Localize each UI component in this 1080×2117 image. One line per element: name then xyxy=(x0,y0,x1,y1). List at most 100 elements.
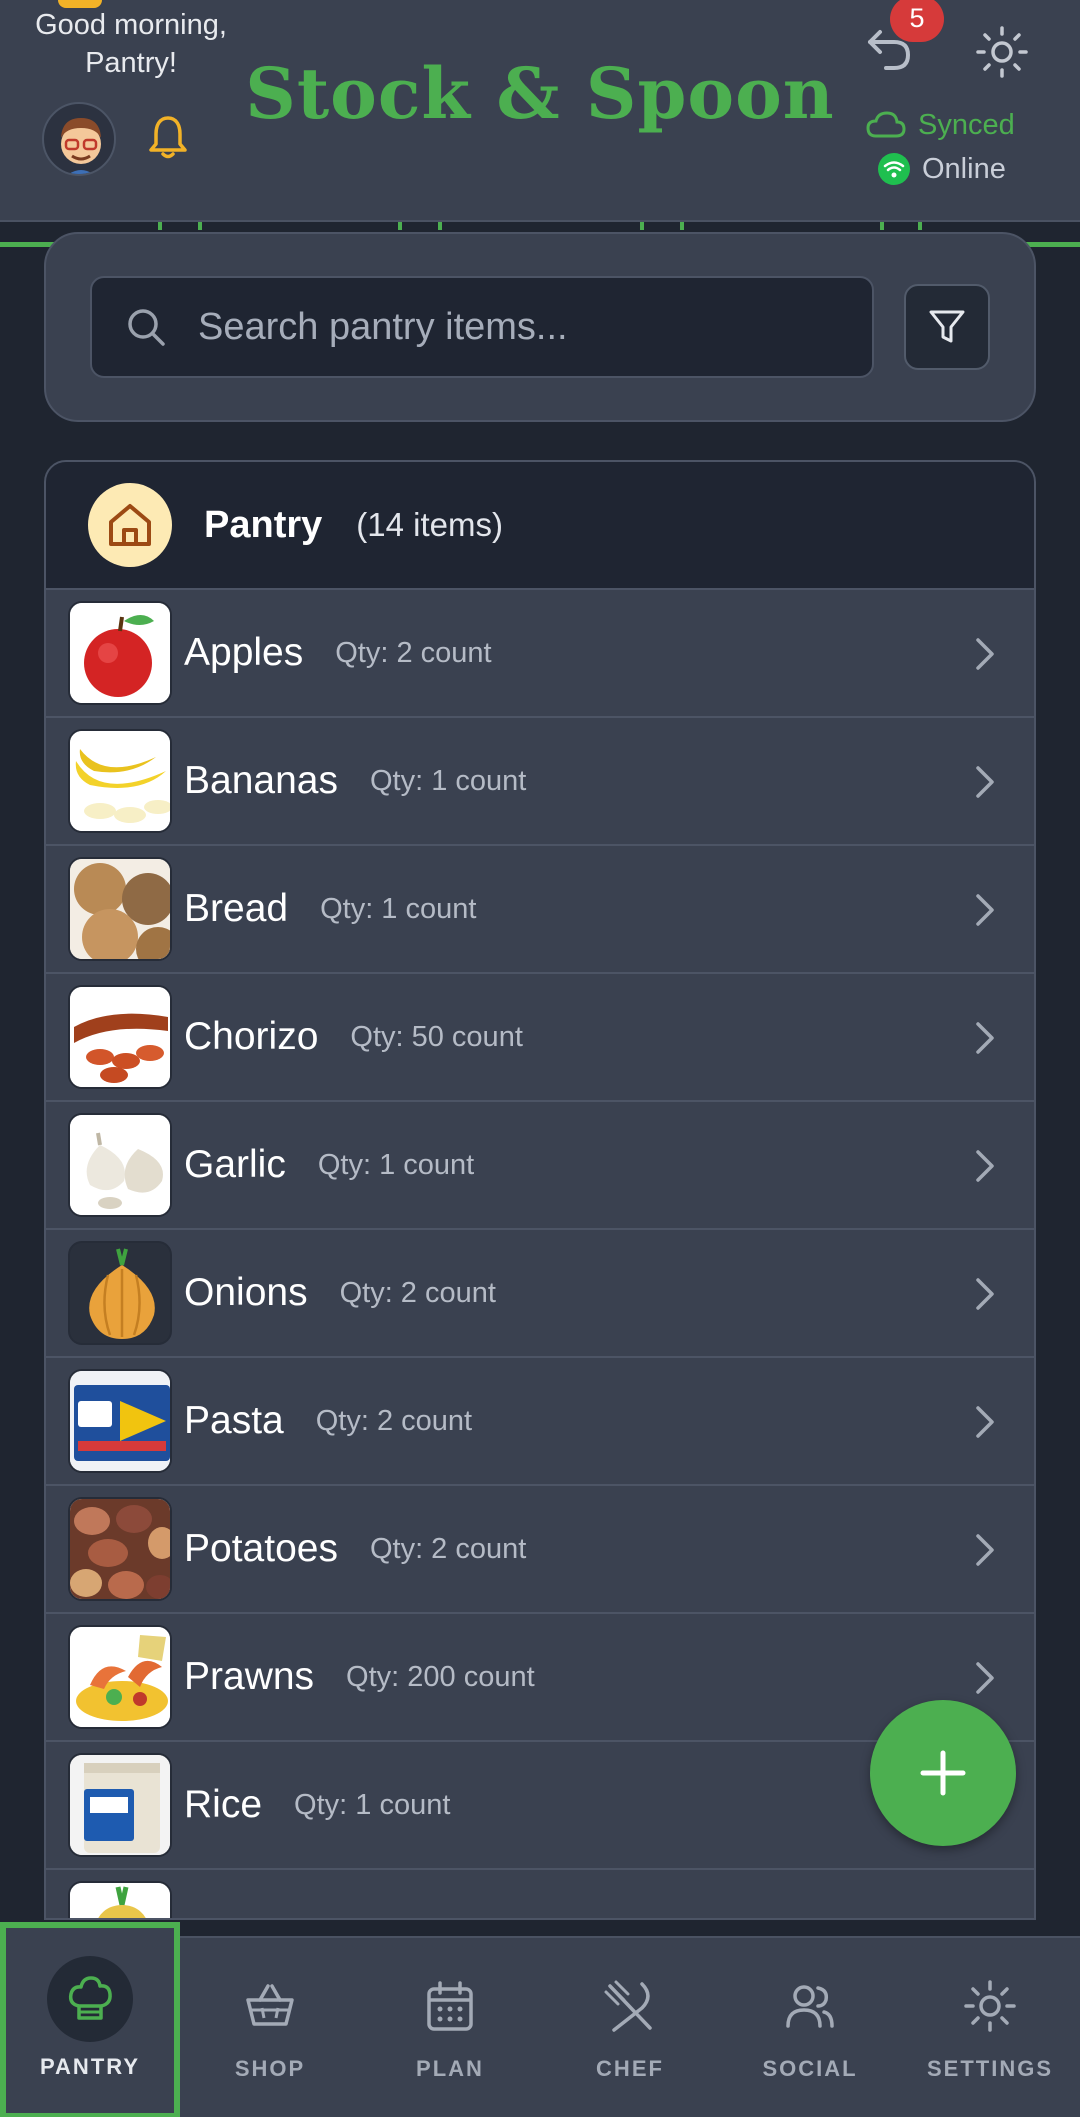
nav-label: SETTINGS xyxy=(926,2056,1053,2081)
nav-item-plan[interactable]: PLAN xyxy=(360,1938,540,2117)
list-item[interactable] xyxy=(46,1870,1034,1918)
list-item[interactable]: Apples Qty: 2 count xyxy=(46,590,1034,718)
item-name: Pasta xyxy=(184,1399,284,1442)
chevron-right-icon xyxy=(976,1022,994,1054)
nav-item-pantry[interactable]: PANTRY xyxy=(0,1922,180,2117)
item-name: Apples xyxy=(184,631,304,674)
item-quantity: Qty: 1 count xyxy=(369,764,527,797)
nav-item-shop[interactable]: SHOP xyxy=(180,1938,360,2117)
sun-icon[interactable] xyxy=(974,24,1030,80)
rice-image xyxy=(68,1753,172,1857)
item-image xyxy=(68,1881,172,1918)
bottom-nav: PANTRY SHOP PLAN CHEF SOCIAL SETTINGS xyxy=(0,1922,1080,2117)
list-item[interactable]: Bananas Qty: 1 count xyxy=(46,718,1034,846)
item-quantity: Qty: 2 count xyxy=(335,636,492,669)
item-name: Onions xyxy=(184,1271,308,1314)
item-quantity: Qty: 200 count xyxy=(346,1660,535,1693)
nav-label: PANTRY xyxy=(40,2054,140,2079)
item-name: Bread xyxy=(184,887,289,930)
onion-image xyxy=(68,1241,172,1345)
cloud-icon xyxy=(866,111,906,138)
header-divider-mark xyxy=(640,222,644,230)
utensils-icon xyxy=(602,1978,658,2034)
garlic-image xyxy=(68,1113,172,1217)
item-quantity: Qty: 1 count xyxy=(294,1788,451,1821)
chevron-right-icon xyxy=(976,1662,994,1694)
potato-image xyxy=(68,1497,172,1601)
item-quantity: Qty: 50 count xyxy=(350,1020,523,1053)
chevron-right-icon xyxy=(976,1278,994,1310)
greeting-text: Good morning, Pantry! xyxy=(35,9,227,79)
search-input[interactable] xyxy=(198,305,838,349)
section-count: (14 items) xyxy=(356,506,503,543)
item-quantity: Qty: 2 count xyxy=(315,1404,473,1437)
banana-image xyxy=(68,729,172,833)
chevron-right-icon xyxy=(976,1534,994,1566)
list-item[interactable]: Prawns Qty: 200 count xyxy=(46,1614,1034,1742)
chevron-right-icon xyxy=(976,1406,994,1438)
chevron-right-icon xyxy=(976,894,994,926)
item-name: Garlic xyxy=(184,1143,286,1186)
nav-label: SOCIAL xyxy=(762,2056,858,2081)
header-divider-mark xyxy=(918,222,922,230)
search-icon xyxy=(128,309,165,346)
search-panel xyxy=(44,232,1036,422)
sync-status: Synced xyxy=(866,106,1015,144)
wifi-icon xyxy=(878,153,910,185)
chevron-right-icon xyxy=(976,638,994,670)
home-icon xyxy=(88,483,172,567)
nav-label: CHEF xyxy=(596,2056,664,2081)
chevron-right-icon xyxy=(976,1150,994,1182)
header-divider-mark xyxy=(680,222,684,230)
add-item-button[interactable] xyxy=(870,1700,1016,1846)
connection-status: Online xyxy=(878,150,1006,188)
item-name: Potatoes xyxy=(184,1527,338,1570)
item-quantity: Qty: 1 count xyxy=(320,892,477,925)
pasta-image xyxy=(68,1369,172,1473)
prawn-image xyxy=(68,1625,172,1729)
nav-item-chef[interactable]: CHEF xyxy=(540,1938,720,2117)
bread-image xyxy=(68,857,172,961)
users-icon xyxy=(782,1978,838,2034)
header-divider-mark xyxy=(198,222,202,230)
chevron-right-icon xyxy=(976,766,994,798)
item-name: Chorizo xyxy=(184,1015,319,1058)
section-title: Pantry xyxy=(204,503,323,546)
list-item[interactable]: Bread Qty: 1 count xyxy=(46,846,1034,974)
pantry-list-header: Pantry (14 items) xyxy=(46,462,1034,590)
app-header: Good morning, Pantry! Stock & Spoon 5 Sy… xyxy=(0,0,1080,222)
chef-hat-icon xyxy=(47,1956,133,2042)
bell-icon[interactable] xyxy=(146,112,190,160)
nav-label: SHOP xyxy=(234,2056,306,2081)
item-name: Rice xyxy=(184,1783,263,1826)
header-divider-mark xyxy=(438,222,442,230)
item-quantity: Qty: 1 count xyxy=(317,1148,475,1181)
calendar-icon xyxy=(422,1978,478,2034)
list-item[interactable]: Potatoes Qty: 2 count xyxy=(46,1486,1034,1614)
list-item[interactable]: Chorizo Qty: 50 count xyxy=(46,974,1034,1102)
nav-item-social[interactable]: SOCIAL xyxy=(720,1938,900,2117)
filter-icon xyxy=(929,310,965,343)
item-quantity: Qty: 2 count xyxy=(339,1276,496,1309)
list-item[interactable]: Pasta Qty: 2 count xyxy=(46,1358,1034,1486)
header-divider-mark xyxy=(398,222,402,230)
basket-icon xyxy=(242,1978,298,2034)
filter-button[interactable] xyxy=(904,284,990,370)
plus-icon xyxy=(920,1750,966,1796)
search-box[interactable] xyxy=(90,276,874,378)
nav-item-settings[interactable]: SETTINGS xyxy=(900,1938,1080,2117)
apple-image xyxy=(68,601,172,705)
item-name: Bananas xyxy=(184,759,338,802)
sync-status-label: Synced xyxy=(918,108,1015,141)
nav-label: PLAN xyxy=(416,2056,484,2081)
avatar[interactable] xyxy=(42,102,116,176)
item-quantity: Qty: 2 count xyxy=(369,1532,527,1565)
list-item[interactable]: Garlic Qty: 1 count xyxy=(46,1102,1034,1230)
header-divider-mark xyxy=(880,222,884,230)
header-divider-mark xyxy=(158,222,162,230)
item-name: Prawns xyxy=(184,1655,315,1698)
gear-icon xyxy=(962,1978,1018,2034)
list-item[interactable]: Onions Qty: 2 count xyxy=(46,1230,1034,1358)
chorizo-image xyxy=(68,985,172,1089)
pantry-list: Pantry (14 items) Apples Qty: 2 count Ba… xyxy=(44,460,1036,1920)
